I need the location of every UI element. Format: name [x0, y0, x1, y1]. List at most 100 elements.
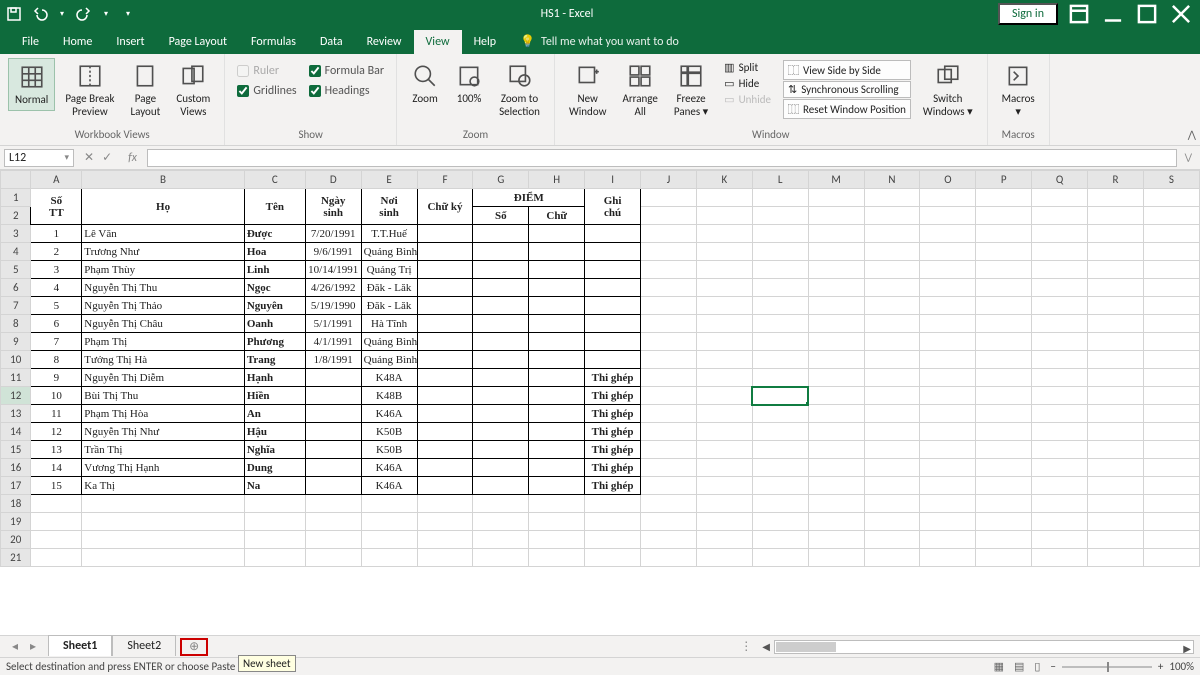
row-header-16[interactable]: 16 [1, 459, 31, 477]
maximize-icon[interactable] [1134, 4, 1160, 24]
undo-dropdown-icon[interactable]: ▾ [58, 6, 66, 22]
col-header-C[interactable]: C [244, 171, 305, 189]
custom-views-button[interactable]: Custom Views [170, 58, 216, 122]
horizontal-scrollbar[interactable]: ▶ [774, 640, 1194, 654]
col-header-G[interactable]: G [473, 171, 529, 189]
row-header-8[interactable]: 8 [1, 315, 31, 333]
row-header-3[interactable]: 3 [1, 225, 31, 243]
sign-in-button[interactable]: Sign in [998, 3, 1058, 25]
cancel-formula-icon[interactable]: ✕ [84, 150, 94, 165]
tab-insert[interactable]: Insert [104, 30, 156, 54]
col-header-Q[interactable]: Q [1032, 171, 1088, 189]
page-break-button[interactable]: Page Break Preview [59, 58, 120, 122]
tab-split-handle[interactable]: ⋮ [734, 639, 758, 654]
scroll-right-icon[interactable]: ▶ [1183, 642, 1191, 655]
sheet-tab-sheet2[interactable]: Sheet2 [112, 635, 176, 656]
col-header-N[interactable]: N [864, 171, 920, 189]
col-header-F[interactable]: F [417, 171, 473, 189]
col-header-A[interactable]: A [31, 171, 82, 189]
sheet-tab-sheet1[interactable]: Sheet1 [48, 635, 112, 656]
col-header-S[interactable]: S [1143, 171, 1199, 189]
switch-windows-button[interactable]: Switch Windows ▾ [917, 58, 979, 122]
formula-input[interactable] [147, 149, 1177, 167]
col-header-R[interactable]: R [1088, 171, 1144, 189]
tab-page-layout[interactable]: Page Layout [157, 30, 239, 54]
col-header-K[interactable]: K [696, 171, 752, 189]
close-icon[interactable] [1168, 4, 1194, 24]
page-layout-status-icon[interactable]: ▤ [1014, 660, 1024, 673]
spreadsheet-grid[interactable]: ABCDEFGHIJKLMNOPQRS1Số TTHọTênNgày sinhN… [0, 170, 1200, 635]
col-header-P[interactable]: P [976, 171, 1032, 189]
undo-icon[interactable] [32, 6, 48, 22]
row-header-14[interactable]: 14 [1, 423, 31, 441]
row-header-2[interactable]: 2 [1, 207, 31, 225]
tab-help[interactable]: Help [462, 30, 509, 54]
zoom-out-icon[interactable]: − [1050, 660, 1055, 673]
zoom-in-icon[interactable]: + [1158, 660, 1163, 673]
zoom-to-selection-button[interactable]: Zoom to Selection [493, 58, 546, 122]
view-side-by-side-button[interactable]: ⿰View Side by Side [783, 60, 911, 80]
split-button[interactable]: ▥Split [720, 60, 775, 75]
row-header-1[interactable]: 1 [1, 189, 31, 207]
tab-data[interactable]: Data [308, 30, 355, 54]
headings-checkbox[interactable]: Headings [309, 84, 384, 98]
redo-icon[interactable] [76, 6, 92, 22]
row-header-11[interactable]: 11 [1, 369, 31, 387]
select-all-cell[interactable] [1, 171, 31, 189]
row-header-4[interactable]: 4 [1, 243, 31, 261]
col-header-O[interactable]: O [920, 171, 976, 189]
tab-home[interactable]: Home [51, 30, 104, 54]
row-header-10[interactable]: 10 [1, 351, 31, 369]
save-icon[interactable] [6, 6, 22, 22]
row-header-20[interactable]: 20 [1, 531, 31, 549]
formula-bar-checkbox[interactable]: Formula Bar [309, 64, 384, 78]
row-header-9[interactable]: 9 [1, 333, 31, 351]
macros-button[interactable]: Macros ▾ [996, 58, 1041, 122]
hide-button[interactable]: ▭Hide [720, 76, 775, 91]
ribbon-display-icon[interactable] [1066, 4, 1092, 24]
tab-review[interactable]: Review [355, 30, 414, 54]
qat-customize-icon[interactable]: ▾ [120, 6, 136, 22]
col-header-E[interactable]: E [361, 171, 417, 189]
redo-dropdown-icon[interactable]: ▾ [102, 6, 110, 22]
tab-formulas[interactable]: Formulas [239, 30, 308, 54]
col-header-D[interactable]: D [305, 171, 361, 189]
row-header-7[interactable]: 7 [1, 297, 31, 315]
synchronous-scrolling-button[interactable]: ⇅Synchronous Scrolling [783, 81, 911, 98]
page-layout-button[interactable]: Page Layout [125, 58, 167, 122]
normal-view-button[interactable]: Normal [8, 58, 55, 111]
row-header-18[interactable]: 18 [1, 495, 31, 513]
normal-view-status-icon[interactable]: ▦ [994, 660, 1004, 673]
row-header-17[interactable]: 17 [1, 477, 31, 495]
row-header-13[interactable]: 13 [1, 405, 31, 423]
zoom-slider[interactable] [1062, 666, 1152, 668]
col-header-H[interactable]: H [529, 171, 585, 189]
arrange-all-button[interactable]: Arrange All [616, 58, 663, 122]
col-header-L[interactable]: L [752, 171, 808, 189]
tab-view[interactable]: View [414, 30, 462, 54]
sheet-nav-first-icon[interactable]: ◂ [8, 639, 22, 654]
gridlines-checkbox[interactable]: Gridlines [237, 84, 296, 98]
collapse-ribbon-icon[interactable]: ⋀ [1188, 128, 1196, 141]
name-box[interactable]: L12▾ [4, 149, 74, 167]
col-header-M[interactable]: M [808, 171, 864, 189]
tell-me-search[interactable]: 💡 Tell me what you want to do [508, 29, 691, 54]
expand-formula-bar-icon[interactable]: ⋁ [1181, 152, 1196, 163]
row-header-19[interactable]: 19 [1, 513, 31, 531]
reset-window-position-button[interactable]: ⿲Reset Window Position [783, 99, 911, 119]
col-header-J[interactable]: J [641, 171, 697, 189]
fx-icon[interactable]: fx [122, 151, 143, 165]
freeze-panes-button[interactable]: Freeze Panes ▾ [668, 58, 714, 122]
tab-file[interactable]: File [10, 30, 51, 54]
row-header-5[interactable]: 5 [1, 261, 31, 279]
scroll-left-icon[interactable]: ◀ [758, 640, 774, 653]
ruler-checkbox[interactable]: Ruler [237, 64, 296, 78]
zoom-button[interactable]: Zoom [405, 58, 445, 109]
sheet-nav-prev-icon[interactable]: ▸ [26, 639, 40, 654]
row-header-12[interactable]: 12 [1, 387, 31, 405]
share-icon[interactable] [1184, 32, 1200, 54]
enter-formula-icon[interactable]: ✓ [102, 150, 112, 165]
new-window-button[interactable]: New Window [563, 58, 613, 122]
page-break-status-icon[interactable]: ▯ [1034, 660, 1040, 673]
col-header-I[interactable]: I [585, 171, 641, 189]
